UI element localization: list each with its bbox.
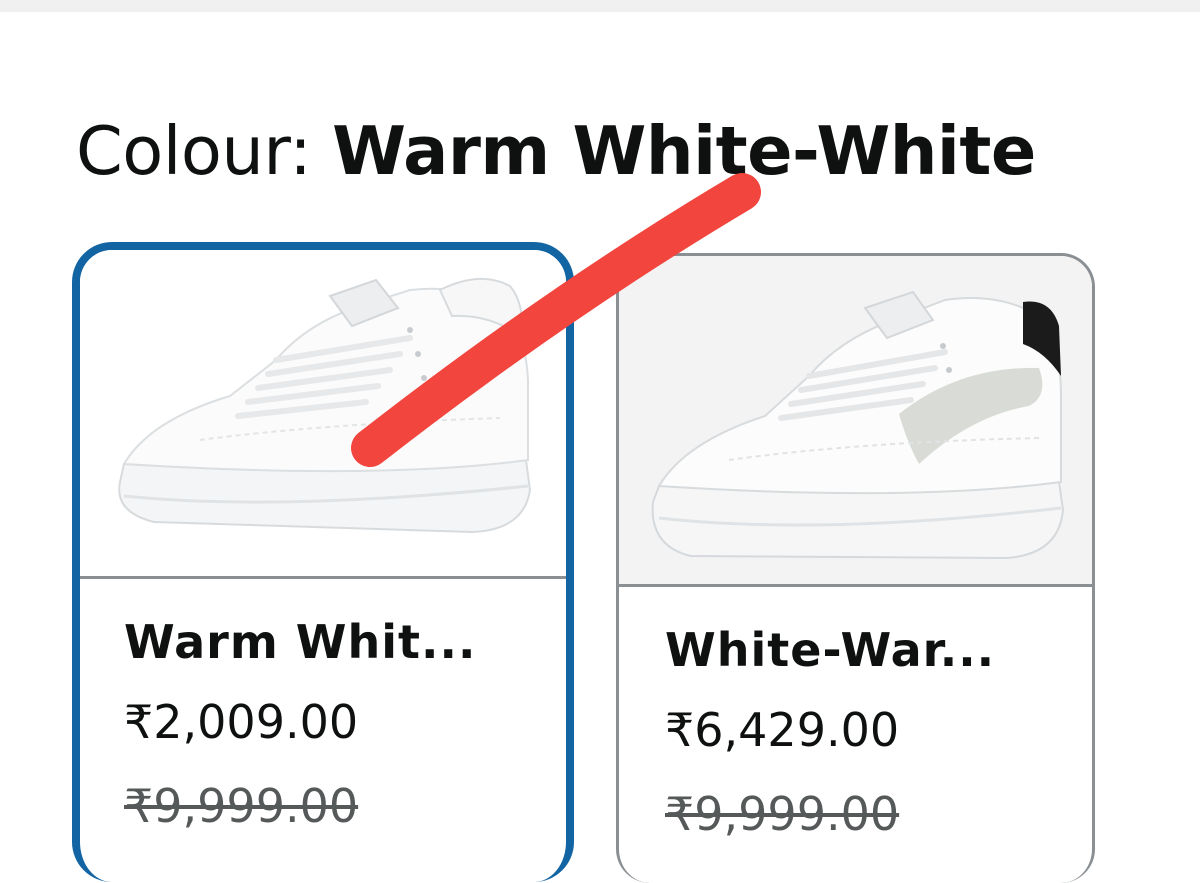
white-sneaker-image [118,277,532,534]
colour-label: Colour: [76,112,333,190]
swatch-price: ₹2,009.00 [124,695,359,749]
swatch-name: Warm Whit... [124,615,477,669]
colour-selected-value: Warm White-White [332,112,1036,190]
swatch-mrp: ₹9,999.00 [124,779,359,833]
colour-swatch-warm-white[interactable]: Warm Whit... ₹2,009.00 ₹9,999.00 [72,242,574,882]
swatch-mrp: ₹9,999.00 [665,787,900,841]
white-sneaker-grey-stripe-image [651,290,1065,560]
colour-swatch-white-warm[interactable]: White-War... ₹6,429.00 ₹9,999.00 [616,253,1095,883]
swatch-image-area [619,256,1092,587]
top-status-strip [0,0,1200,12]
swatch-name: White-War... [665,623,996,677]
swatch-image-area [80,250,566,579]
swatch-price: ₹6,429.00 [665,703,900,757]
colour-heading: Colour: Warm White-White [76,108,1036,194]
